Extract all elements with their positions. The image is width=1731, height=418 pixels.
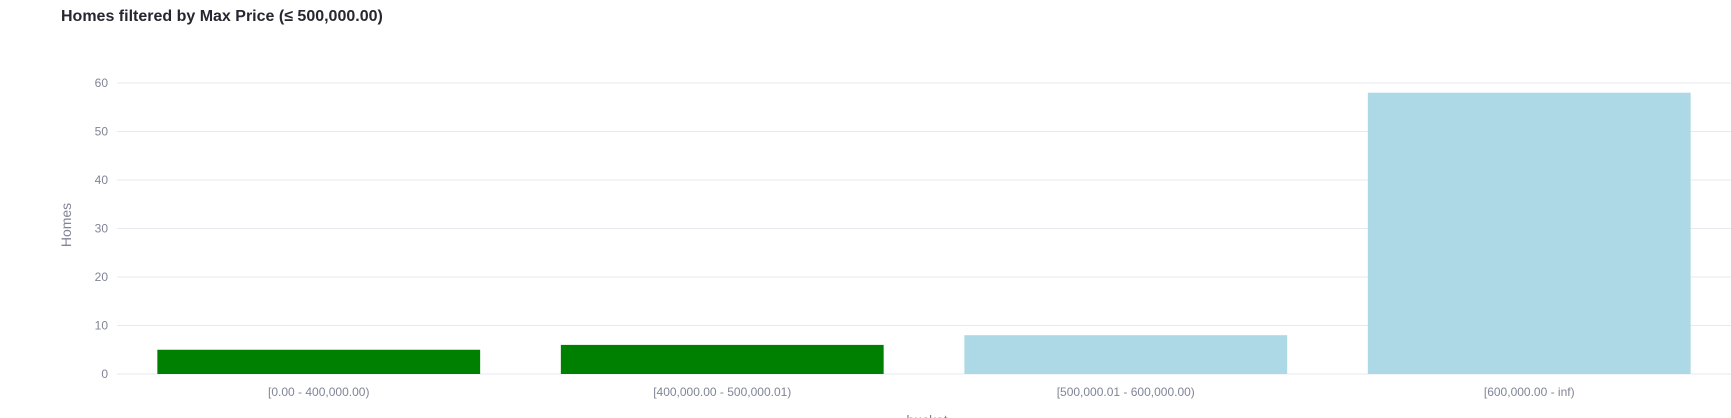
y-tick-label: 0 (101, 367, 108, 381)
y-tick-label: 50 (95, 125, 109, 139)
y-axis-ticks: 0 10 20 30 40 50 60 (95, 76, 109, 381)
y-tick-label: 10 (95, 319, 109, 333)
y-tick-label: 30 (95, 222, 109, 236)
bar[interactable] (1367, 92, 1691, 374)
bar[interactable] (560, 344, 884, 374)
x-tick-label: [600,000.00 - inf) (1484, 385, 1575, 399)
bar[interactable] (964, 335, 1288, 374)
y-tick-label: 60 (95, 76, 109, 90)
y-tick-label: 20 (95, 270, 109, 284)
x-tick-label: [0.00 - 400,000.00) (268, 385, 369, 399)
x-tick-label: [400,000.00 - 500,000.01) (653, 385, 791, 399)
y-tick-label: 40 (95, 173, 109, 187)
x-axis-ticks: [0.00 - 400,000.00) [400,000.00 - 500,000… (268, 385, 1575, 399)
bar-chart: 0 10 20 30 40 50 60 [0.00 - 400,000.00) [400,00… (58, 76, 1731, 418)
bars (157, 92, 1691, 374)
y-axis-title: Homes (58, 203, 74, 247)
bar[interactable] (157, 349, 481, 374)
x-tick-label: [500,000.01 - 600,000.00) (1057, 385, 1195, 399)
x-axis-title: bucket (906, 412, 947, 418)
